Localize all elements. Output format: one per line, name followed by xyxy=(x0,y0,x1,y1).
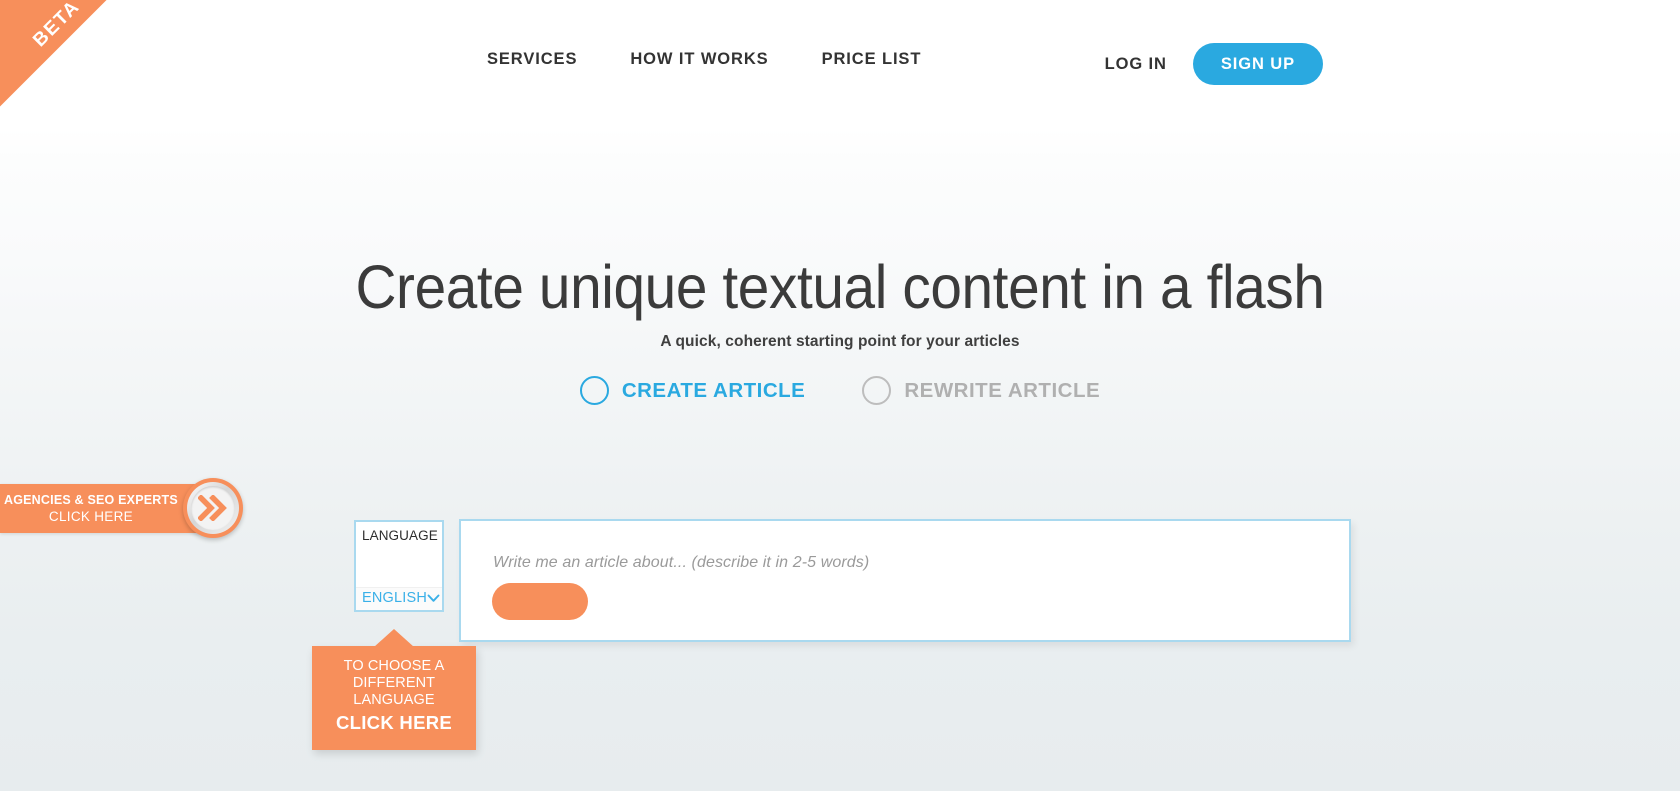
nav-services[interactable]: SERVICES xyxy=(487,50,577,69)
primary-navigation: SERVICES HOW IT WORKS PRICE LIST xyxy=(487,50,921,69)
sign-up-button[interactable]: SIGN UP xyxy=(1192,43,1323,85)
language-label: LANGUAGE xyxy=(362,528,438,543)
chevron-down-icon xyxy=(427,594,440,603)
mode-selector: CREATE ARTICLE REWRITE ARTICLE xyxy=(0,376,1680,405)
account-actions: LOG IN SIGN UP xyxy=(1105,43,1323,85)
language-dropdown[interactable]: ENGLISH xyxy=(356,587,442,610)
side-tab-line2: CLICK HERE xyxy=(48,508,133,524)
mode-rewrite-article[interactable]: REWRITE ARTICLE xyxy=(862,376,1100,405)
tooltip-line1: TO CHOOSE A xyxy=(343,658,445,674)
article-topic-field[interactable]: Write me an article about... (describe i… xyxy=(459,519,1351,642)
mode-rewrite-article-label: REWRITE ARTICLE xyxy=(904,378,1101,402)
language-selector[interactable]: LANGUAGE ENGLISH xyxy=(354,520,444,612)
agencies-seo-side-tab[interactable]: AGENCIES & SEO EXPERTS CLICK HERE xyxy=(0,478,243,538)
log-in-link[interactable]: LOG IN xyxy=(1105,55,1170,74)
nav-how-it-works[interactable]: HOW IT WORKS xyxy=(630,50,768,69)
radio-create-article-icon[interactable] xyxy=(579,376,609,405)
side-tab-circle-button[interactable] xyxy=(182,478,243,538)
double-chevron-right-icon xyxy=(197,495,228,521)
tooltip-line3: CLICK HERE xyxy=(335,712,453,734)
tooltip-line2: DIFFERENT LANGUAGE xyxy=(352,675,436,709)
site-header: SERVICES HOW IT WORKS PRICE LIST LOG IN … xyxy=(0,0,1680,128)
side-tab-line1: AGENCIES & SEO EXPERTS xyxy=(4,492,178,507)
page-subtitle: A quick, coherent starting point for you… xyxy=(660,332,1020,350)
side-tab-banner[interactable]: AGENCIES & SEO EXPERTS CLICK HERE xyxy=(0,483,208,533)
generate-article-button[interactable] xyxy=(492,583,588,620)
mode-create-article[interactable]: CREATE ARTICLE xyxy=(579,376,806,405)
nav-price-list[interactable]: PRICE LIST xyxy=(822,50,922,69)
hero-section: Create unique textual content in a flash… xyxy=(0,253,1680,351)
radio-rewrite-article-icon[interactable] xyxy=(862,376,892,405)
article-topic-placeholder: Write me an article about... (describe i… xyxy=(493,554,870,571)
page-title: Create unique textual content in a flash xyxy=(355,253,1325,321)
language-tooltip[interactable]: TO CHOOSE A DIFFERENT LANGUAGE CLICK HER… xyxy=(312,628,476,751)
mode-create-article-label: CREATE ARTICLE xyxy=(621,378,806,402)
language-selected-value: ENGLISH xyxy=(362,590,428,606)
